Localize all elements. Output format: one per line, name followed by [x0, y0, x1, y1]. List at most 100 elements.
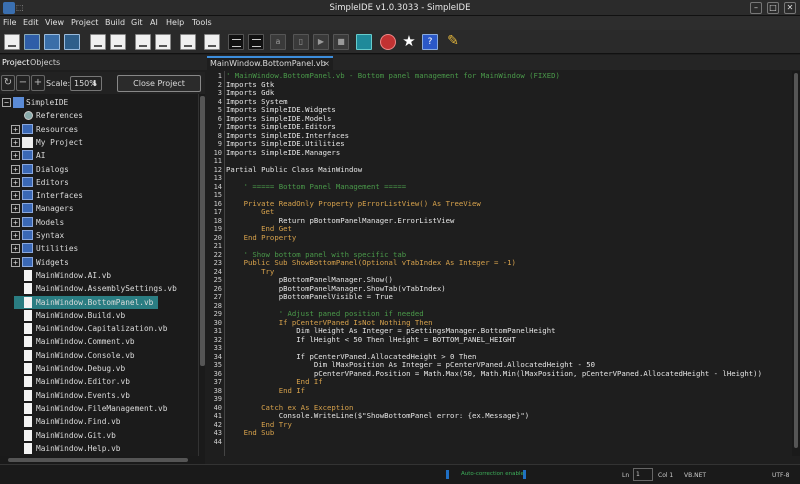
tree-item[interactable]: + AI — [0, 149, 198, 162]
pencil-icon[interactable]: ✎ — [445, 34, 461, 50]
outdent-icon[interactable] — [248, 34, 264, 50]
expand-toggle-icon[interactable]: + — [11, 257, 20, 267]
expand-toggle-icon[interactable]: + — [11, 217, 20, 227]
tree-item[interactable]: References — [0, 109, 198, 122]
autocorrect-status[interactable]: Auto-correction enable — [446, 470, 526, 479]
expand-toggle-icon[interactable]: + — [11, 137, 20, 147]
close-project-explorer-button[interactable]: Close Project Explorer — [117, 75, 201, 103]
menu-view[interactable]: View — [45, 18, 64, 27]
editor-scrollbar[interactable] — [792, 71, 800, 456]
tree-file-item[interactable]: MainWindow.Capitalization.vb — [0, 322, 198, 335]
tab-objects[interactable]: Objects — [30, 58, 60, 67]
menu-project[interactable]: Project — [71, 18, 98, 27]
tree-file-item[interactable]: MainWindow.Editor.vb — [0, 375, 198, 388]
tree-file-item[interactable]: MainWindow.AssemblySettings.vb — [0, 282, 198, 295]
close-window-button[interactable]: ✕ — [784, 2, 796, 14]
line-number-input[interactable]: 1 — [633, 468, 653, 481]
close-tab-icon[interactable]: × — [323, 58, 330, 70]
tree-hscrollbar[interactable] — [0, 456, 205, 464]
tab-editor-file[interactable]: MainWindow.BottomPanel.vb × — [207, 56, 333, 70]
collapse-toggle-icon[interactable]: − — [2, 98, 11, 107]
new-file-icon[interactable] — [4, 34, 20, 50]
expand-icon[interactable]: + — [31, 75, 45, 91]
stop-icon[interactable]: ■ — [333, 34, 349, 50]
tree-item[interactable]: + Utilities — [0, 242, 198, 255]
find-icon[interactable] — [204, 34, 220, 50]
tree-item[interactable]: + Resources — [0, 123, 198, 136]
expand-toggle-icon[interactable]: + — [11, 151, 20, 161]
tree-file-item[interactable]: MainWindow.Find.vb — [0, 415, 198, 428]
open-project-icon[interactable] — [24, 34, 40, 50]
code-editor[interactable]: 1 2 3 4 5 6 7 8 9 10 11 12 13 14 15 16 17 18 19 20 21 22 23 24 2… — [205, 71, 792, 456]
tree-item[interactable]: + Interfaces — [0, 189, 198, 202]
tree-file-item[interactable]: MainWindow.Build.vb — [0, 309, 198, 322]
code-line[interactable]: Imports SimpleIDE.Managers — [226, 148, 340, 157]
tree-item[interactable]: + Managers — [0, 202, 198, 215]
editor-scroll-thumb[interactable] — [794, 73, 798, 448]
tree-item[interactable]: + Syntax — [0, 229, 198, 242]
save-icon[interactable] — [44, 34, 60, 50]
build-icon[interactable]: ▯ — [293, 34, 309, 50]
code-line[interactable]: Partial Public Class MainWindow — [226, 165, 362, 174]
tree-file-item[interactable]: MainWindow.FileManagement.vb — [0, 402, 198, 415]
save-all-icon[interactable] — [64, 34, 80, 50]
tab-project[interactable]: Project — [2, 58, 29, 67]
encoding-indicator[interactable]: UTF-8 — [772, 472, 790, 479]
tree-file-item[interactable]: MainWindow.Console.vb — [0, 349, 198, 362]
layout-icon[interactable] — [356, 34, 372, 50]
minimize-button[interactable]: – — [750, 2, 762, 14]
expand-toggle-icon[interactable]: + — [11, 231, 20, 240]
language-indicator[interactable]: VB.NET — [684, 472, 706, 479]
code-line[interactable]: ' ===== Bottom Panel Management ===== — [226, 182, 407, 191]
code-line[interactable]: If lHeight < 50 Then lHeight = BOTTOM_PA… — [226, 335, 516, 344]
code-line[interactable]: pBottomPanelVisible = True — [226, 292, 393, 301]
tree-file-item[interactable]: MainWindow.AI.vb — [0, 269, 198, 282]
menu-git[interactable]: Git — [131, 18, 143, 27]
menu-file[interactable]: File — [3, 18, 16, 27]
code-line[interactable]: ' MainWindow.BottomPanel.vb - Bottom pan… — [226, 71, 560, 80]
tree-file-item[interactable]: MainWindow.Events.vb — [0, 389, 198, 402]
scale-select[interactable]: 150% ⬇ — [70, 76, 102, 91]
code-line[interactable]: End If — [226, 386, 305, 395]
run-icon[interactable]: ▶ — [313, 34, 329, 50]
expand-toggle-icon[interactable]: + — [11, 177, 20, 187]
tree-item[interactable]: + Editors — [0, 176, 198, 189]
indent-icon[interactable] — [228, 34, 244, 50]
menu-edit[interactable]: Edit — [23, 18, 39, 27]
tree-item[interactable]: + Widgets — [0, 256, 198, 269]
refresh-icon[interactable]: ↻ — [1, 75, 15, 91]
code-line[interactable]: End Property — [226, 233, 297, 242]
expand-toggle-icon[interactable]: + — [11, 244, 20, 254]
tree-file-item[interactable]: MainWindow.BottomPanel.vb — [14, 295, 158, 309]
expand-toggle-icon[interactable]: + — [11, 164, 20, 174]
expand-toggle-icon[interactable]: + — [11, 124, 20, 134]
tree-item[interactable]: + My Project — [0, 136, 198, 149]
help-icon[interactable]: ? — [422, 34, 438, 50]
code-line[interactable]: End Sub — [226, 428, 275, 437]
tree-file-item[interactable]: MainWindow.Git.vb — [0, 429, 198, 442]
cut-icon[interactable] — [90, 34, 106, 50]
expand-toggle-icon[interactable]: + — [11, 191, 20, 201]
paste-icon[interactable] — [135, 34, 151, 50]
menu-build[interactable]: Build — [105, 18, 125, 27]
menu-help[interactable]: Help — [166, 18, 184, 27]
undo-icon[interactable] — [155, 34, 171, 50]
maximize-button[interactable]: □ — [767, 2, 779, 14]
redo-icon[interactable] — [180, 34, 196, 50]
tree-item[interactable]: + Dialogs — [0, 163, 198, 176]
tree-hscroll-thumb[interactable] — [8, 458, 188, 462]
menu-ai[interactable]: AI — [150, 18, 158, 27]
tree-root[interactable]: − SimpleIDE — [0, 96, 198, 109]
copy-icon[interactable] — [110, 34, 126, 50]
star-icon[interactable]: ★ — [401, 34, 417, 50]
tree-file-item[interactable]: MainWindow.Help.vb — [0, 442, 198, 455]
collapse-icon[interactable]: − — [16, 75, 30, 91]
tree-item[interactable]: + Models — [0, 216, 198, 229]
tree-file-item[interactable]: MainWindow.Debug.vb — [0, 362, 198, 375]
expand-toggle-icon[interactable]: + — [11, 204, 20, 214]
comment-icon[interactable]: a — [270, 34, 286, 50]
record-icon[interactable] — [380, 34, 396, 50]
menu-tools[interactable]: Tools — [192, 18, 212, 27]
tree-file-item[interactable]: MainWindow.Comment.vb — [0, 335, 198, 348]
tree-scrollbar[interactable] — [198, 94, 205, 456]
